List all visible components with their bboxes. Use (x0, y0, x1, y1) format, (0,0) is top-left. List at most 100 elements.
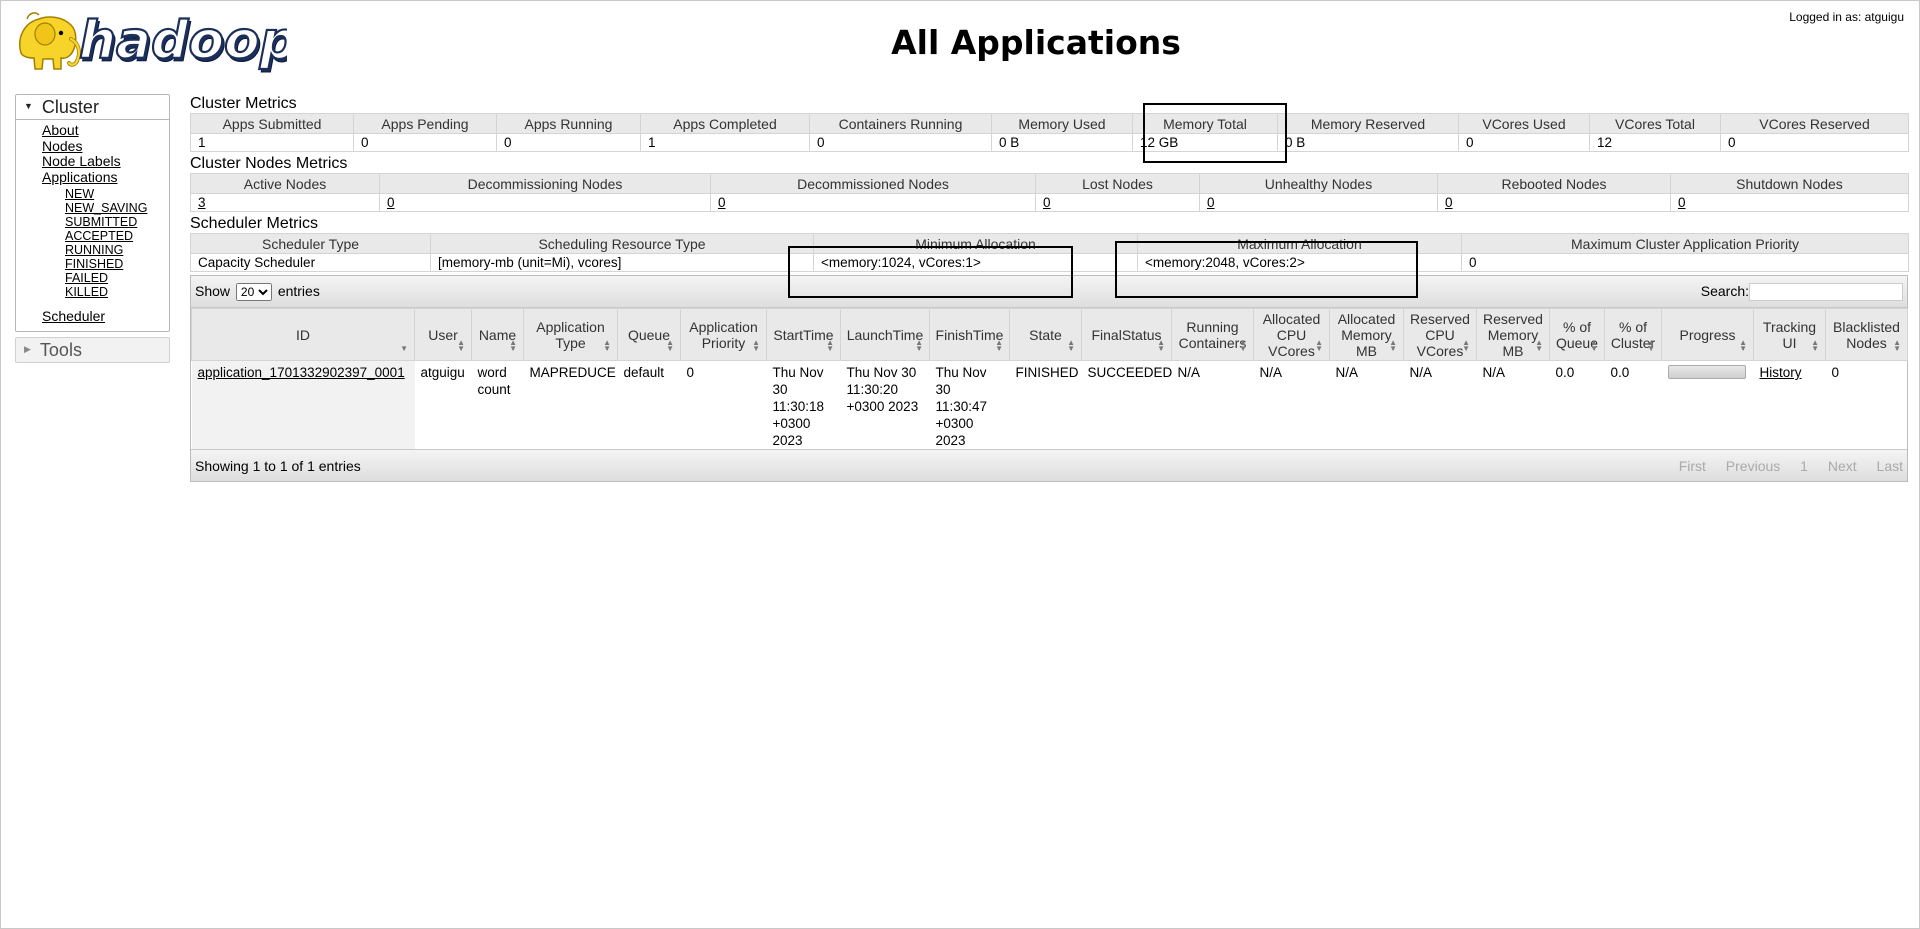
column-header[interactable]: Blacklisted Nodes ▲ ▼ (1825, 308, 1908, 361)
tracking-ui-link[interactable]: History (1760, 365, 1802, 380)
column-header[interactable]: Running Containers ▲ ▼ (1171, 308, 1254, 361)
column-header[interactable]: ID ▼ (191, 308, 415, 361)
sort-icon: ▲ ▼ (1462, 338, 1470, 353)
sort-icon: ▲ ▼ (1811, 338, 1819, 353)
column-header[interactable]: % of Queue ▲ ▼ (1549, 308, 1605, 361)
column-header[interactable]: Application Type ▲ ▼ (523, 308, 618, 361)
column-header[interactable]: FinalStatus ▲ ▼ (1081, 308, 1172, 361)
column-header-label: % of (1562, 318, 1591, 335)
applications-datatable: Show 20 entries Search: ID ▼ User ▲ ▼ Name ▲ ▼ A… (190, 275, 1908, 482)
nav-state-new[interactable]: NEW (65, 187, 169, 201)
column-header-label: Application (689, 318, 758, 335)
sort-icon: ▲ ▼ (603, 338, 611, 353)
search-input[interactable] (1749, 282, 1903, 301)
nav-nodes-link[interactable]: Nodes (42, 138, 169, 155)
sm-header: Maximum Cluster Application Priority (1461, 233, 1909, 254)
entries-label: entries (277, 282, 320, 299)
page-length-control: Show 20 entries (195, 282, 320, 301)
cluster-panel-header[interactable]: ▼ Cluster (16, 95, 169, 120)
column-header[interactable]: Application Priority ▲ ▼ (680, 308, 767, 361)
column-header[interactable]: Reserved CPU VCores ▲ ▼ (1403, 308, 1477, 361)
nav-state-killed[interactable]: KILLED (65, 285, 169, 299)
nodes-metrics-title: Cluster Nodes Metrics (190, 155, 348, 172)
datatable-toolbar: Show 20 entries Search: (191, 276, 1907, 308)
cluster-label: Cluster (41, 97, 99, 117)
page-1-button[interactable]: 1 (1800, 458, 1808, 474)
app-pct-cluster: 0.0 (1610, 365, 1630, 380)
first-page-button[interactable]: First (1679, 458, 1706, 474)
nm-value-link[interactable]: 3 (198, 195, 206, 210)
cm-value: 0 (809, 133, 992, 152)
sort-icon: ▲ ▼ (1315, 338, 1323, 353)
column-header[interactable]: % of Cluster ▲ ▼ (1604, 308, 1662, 361)
cm-header: Apps Pending (353, 113, 497, 134)
app-id-link[interactable]: application_1701332902397_0001 (198, 365, 405, 380)
nav-scheduler-link[interactable]: Scheduler (42, 308, 169, 325)
nm-header: Rebooted Nodes (1437, 173, 1671, 194)
column-header[interactable]: StartTime ▲ ▼ (766, 308, 841, 361)
cluster-metrics-table: Apps Submitted Apps Pending Apps Running… (190, 113, 1909, 152)
tools-label: Tools (39, 339, 82, 360)
last-page-button[interactable]: Last (1877, 458, 1903, 474)
nav-state-submitted[interactable]: SUBMITTED (65, 215, 169, 229)
sm-header: Maximum Allocation (1137, 233, 1462, 254)
nav-node-labels-link[interactable]: Node Labels (42, 153, 169, 170)
cm-value: 0 B (991, 133, 1133, 152)
search-label: Search: (1700, 282, 1749, 299)
column-header[interactable]: Progress ▲ ▼ (1661, 308, 1754, 361)
column-header[interactable]: User ▲ ▼ (414, 308, 472, 361)
nav-state-failed[interactable]: FAILED (65, 271, 169, 285)
sort-icon: ▲ ▼ (995, 338, 1003, 353)
next-page-button[interactable]: Next (1828, 458, 1857, 474)
previous-page-button[interactable]: Previous (1726, 458, 1780, 474)
applications-table: ID ▼ User ▲ ▼ Name ▲ ▼ Application Type ▲ ▼ Queue ▲ ▼ A… (191, 308, 1908, 449)
column-header[interactable]: Tracking UI ▲ ▼ (1753, 308, 1826, 361)
nm-value-link[interactable]: 0 (718, 195, 726, 210)
show-label: Show (195, 282, 231, 299)
nm-header: Decommissioning Nodes (379, 173, 711, 194)
page-title: All Applications (891, 23, 1181, 62)
sm-header: Minimum Allocation (813, 233, 1138, 254)
sm-value: <memory:1024, vCores:1> (813, 253, 1138, 272)
column-header[interactable]: State ▲ ▼ (1009, 308, 1082, 361)
nav-state-new-saving[interactable]: NEW_SAVING (65, 201, 169, 215)
nm-value-link[interactable]: 0 (1445, 195, 1453, 210)
column-header[interactable]: Queue ▲ ▼ (617, 308, 681, 361)
nm-value-link[interactable]: 0 (1678, 195, 1686, 210)
column-header-label: Reserved (1483, 310, 1543, 327)
cm-header: Memory Reserved (1277, 113, 1459, 134)
app-state-links: NEW NEW_SAVING SUBMITTED ACCEPTED RUNNIN… (42, 187, 169, 299)
nav-state-accepted[interactable]: ACCEPTED (65, 229, 169, 243)
datatable-footer: Showing 1 to 1 of 1 entries First Previo… (191, 449, 1907, 481)
nav-state-finished[interactable]: FINISHED (65, 257, 169, 271)
nodes-metrics-table: Active Nodes Decommissioning Nodes Decom… (190, 173, 1909, 212)
cm-value: 0 (1458, 133, 1590, 152)
nm-value-link[interactable]: 0 (387, 195, 395, 210)
column-header[interactable]: Name ▲ ▼ (471, 308, 524, 361)
column-header[interactable]: Reserved Memory MB ▲ ▼ (1476, 308, 1550, 361)
column-header[interactable]: FinishTime ▲ ▼ (929, 308, 1010, 361)
nm-value-link[interactable]: 0 (1207, 195, 1215, 210)
page-length-select[interactable]: 20 (235, 282, 272, 301)
cm-value: 12 (1589, 133, 1721, 152)
nav-applications-link[interactable]: Applications (42, 169, 169, 186)
app-queue: default (623, 365, 665, 380)
progress-bar (1667, 365, 1746, 379)
sort-icon: ▲ ▼ (1157, 338, 1165, 353)
tools-panel-header[interactable]: ▶ Tools (15, 336, 170, 363)
column-header[interactable]: Allocated CPU VCores ▲ ▼ (1253, 308, 1330, 361)
cm-header: VCores Used (1458, 113, 1590, 134)
nav-state-running[interactable]: RUNNING (65, 243, 169, 257)
sort-icon: ▲ ▼ (1590, 338, 1598, 353)
cm-header: Containers Running (809, 113, 992, 134)
nav-about-link[interactable]: About (42, 122, 169, 139)
column-header-label: Type (555, 334, 586, 351)
app-pct-queue: 0.0 (1555, 365, 1575, 380)
column-header-label: Reserved (1410, 310, 1470, 327)
column-header[interactable]: Allocated Memory MB ▲ ▼ (1329, 308, 1404, 361)
app-allocated-memory: N/A (1335, 365, 1359, 380)
nm-value-link[interactable]: 0 (1043, 195, 1051, 210)
column-header[interactable]: LaunchTime ▲ ▼ (840, 308, 930, 361)
cm-header: Apps Running (496, 113, 641, 134)
cm-header: VCores Reserved (1720, 113, 1909, 134)
